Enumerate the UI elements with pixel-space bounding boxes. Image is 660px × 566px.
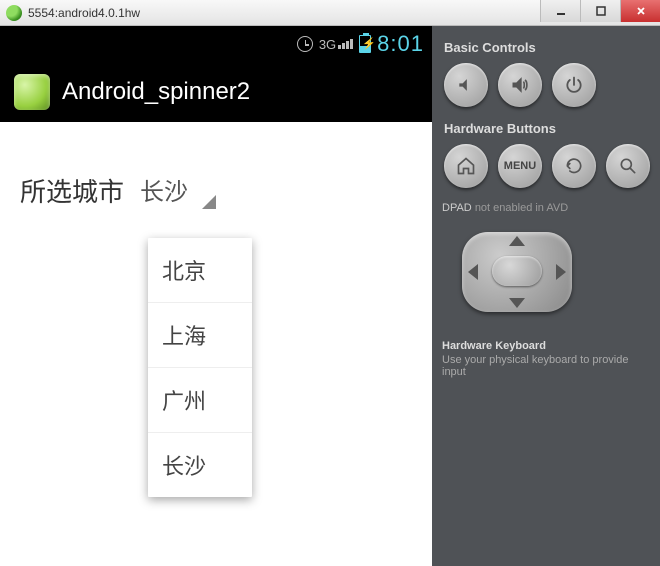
battery-icon: ⚡ bbox=[359, 35, 371, 53]
dropdown-item[interactable]: 上海 bbox=[148, 303, 252, 368]
close-button[interactable] bbox=[620, 0, 660, 22]
dpad-right-button[interactable] bbox=[556, 264, 566, 280]
home-icon bbox=[456, 156, 476, 176]
app-title: Android_spinner2 bbox=[62, 78, 250, 106]
signal-bars-icon bbox=[338, 39, 353, 49]
volume-up-button[interactable] bbox=[498, 63, 542, 107]
city-field-label: 所选城市 bbox=[20, 172, 124, 209]
hw-keyboard-title: Hardware Keyboard bbox=[442, 340, 650, 352]
menu-label: MENU bbox=[504, 160, 536, 172]
app-body: 所选城市 长沙 北京 上海 广州 长沙 bbox=[0, 122, 432, 566]
dropdown-item[interactable]: 长沙 bbox=[148, 433, 252, 497]
window-buttons bbox=[540, 0, 660, 22]
network-indicator: 3G bbox=[319, 37, 353, 52]
hardware-buttons-label: Hardware Buttons bbox=[444, 121, 650, 136]
city-spinner[interactable]: 长沙 bbox=[138, 170, 218, 211]
emulator-icon bbox=[6, 5, 22, 21]
hardware-keyboard-note: Hardware Keyboard Use your physical keyb… bbox=[442, 340, 650, 378]
emulator-control-panel: Basic Controls Hardware Buttons MENU bbox=[432, 26, 660, 566]
dpad bbox=[442, 222, 592, 322]
dpad-center-button[interactable] bbox=[492, 256, 542, 286]
dpad-left-button[interactable] bbox=[468, 264, 478, 280]
power-button[interactable] bbox=[552, 63, 596, 107]
emulator-screen: 3G ⚡ 8:01 Android_spinner2 所选城市 长沙 北京 上海… bbox=[0, 26, 432, 566]
city-field-row: 所选城市 长沙 bbox=[20, 170, 412, 211]
dpad-section-label: DPAD not enabled in AVD bbox=[442, 202, 650, 214]
app-icon bbox=[14, 74, 50, 110]
window-title: 5554:android4.0.1hw bbox=[28, 6, 140, 20]
action-bar: Android_spinner2 bbox=[0, 62, 432, 122]
volume-up-icon bbox=[510, 75, 530, 95]
dpad-note-text: not enabled in AVD bbox=[475, 202, 568, 214]
window-titlebar: 5554:android4.0.1hw bbox=[0, 0, 660, 26]
dpad-down-button[interactable] bbox=[509, 298, 525, 308]
dropdown-item[interactable]: 北京 bbox=[148, 238, 252, 303]
minimize-button[interactable] bbox=[540, 0, 580, 22]
dpad-up-button[interactable] bbox=[509, 236, 525, 246]
status-bar: 3G ⚡ 8:01 bbox=[0, 26, 432, 62]
menu-button[interactable]: MENU bbox=[498, 144, 542, 188]
dropdown-item[interactable]: 广州 bbox=[148, 368, 252, 433]
back-icon bbox=[564, 156, 584, 176]
maximize-button[interactable] bbox=[580, 0, 620, 22]
home-button[interactable] bbox=[444, 144, 488, 188]
back-button[interactable] bbox=[552, 144, 596, 188]
city-dropdown: 北京 上海 广州 长沙 bbox=[148, 238, 252, 497]
alarm-icon bbox=[297, 36, 313, 52]
volume-down-icon bbox=[456, 75, 476, 95]
power-icon bbox=[564, 75, 584, 95]
hw-keyboard-text: Use your physical keyboard to provide in… bbox=[442, 354, 628, 378]
network-label: 3G bbox=[319, 37, 336, 52]
dpad-label: DPAD bbox=[442, 202, 472, 214]
status-time: 8:01 bbox=[377, 31, 424, 57]
search-icon bbox=[618, 156, 638, 176]
basic-controls-label: Basic Controls bbox=[444, 40, 650, 55]
search-button[interactable] bbox=[606, 144, 650, 188]
volume-down-button[interactable] bbox=[444, 63, 488, 107]
